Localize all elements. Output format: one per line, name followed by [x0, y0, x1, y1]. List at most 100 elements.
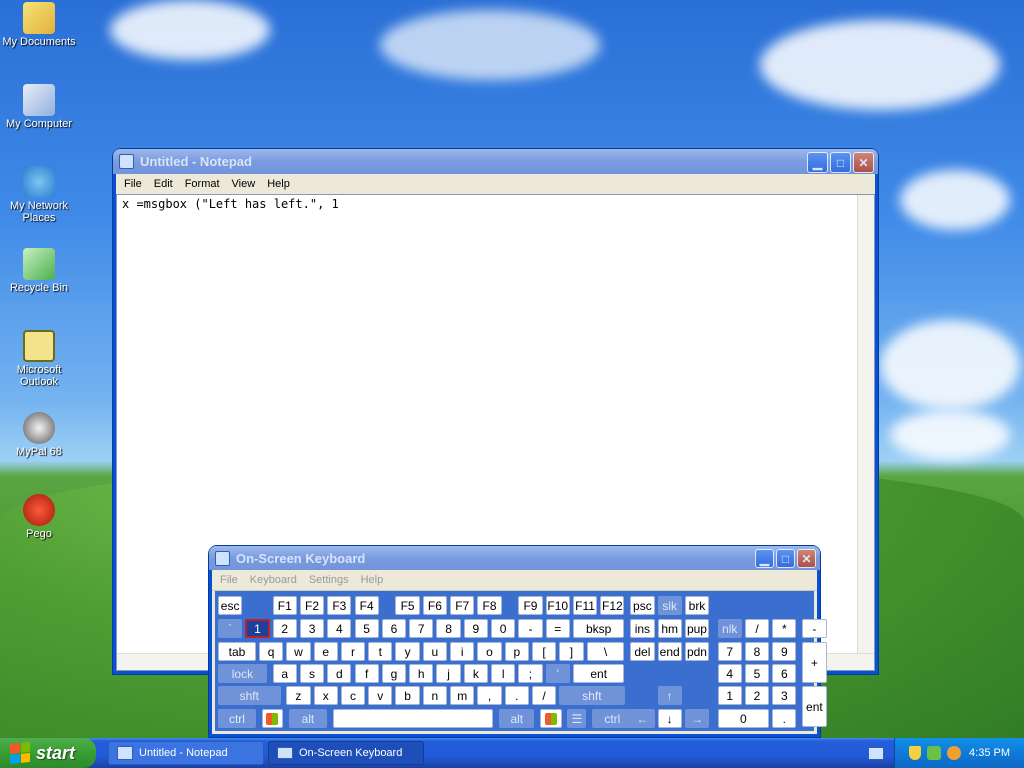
menu-keyboard[interactable]: Keyboard [244, 572, 303, 588]
key-0-11[interactable]: F11 [572, 596, 598, 615]
key-5-7[interactable]: 0 [717, 709, 770, 728]
key-3-13[interactable]: 4 [717, 664, 742, 683]
key-4-0[interactable]: shft [218, 686, 281, 705]
key-1-8[interactable]: 8 [436, 619, 461, 638]
key-3-9[interactable]: l [491, 664, 516, 683]
maximize-button[interactable]: □ [830, 152, 851, 173]
space-bar[interactable] [332, 709, 494, 728]
key-3-3[interactable]: d [327, 664, 352, 683]
desktop-icon-my-computer[interactable]: My Computer [2, 84, 76, 130]
key-4-6[interactable]: n [422, 686, 448, 705]
key-2-7[interactable]: u [422, 642, 448, 661]
key-4-7[interactable]: m [450, 686, 475, 705]
vertical-scrollbar[interactable] [857, 195, 874, 654]
key-1-10[interactable]: 0 [491, 619, 516, 638]
key-3-12[interactable]: ent [572, 664, 625, 683]
key-3-11[interactable]: ' [545, 664, 570, 683]
key-1-16[interactable]: pup [684, 619, 710, 638]
key-0-14[interactable]: slk [657, 596, 682, 615]
key-2-9[interactable]: o [477, 642, 502, 661]
key-2-11[interactable]: [ [531, 642, 557, 661]
key-1-19[interactable]: * [772, 619, 797, 638]
taskbar-item-notepad[interactable]: Untitled - Notepad [108, 741, 264, 765]
key-3-4[interactable]: f [354, 664, 379, 683]
key-1-15[interactable]: hm [657, 619, 682, 638]
key-2-8[interactable]: i [450, 642, 475, 661]
key-5-0[interactable]: ctrl [218, 709, 256, 728]
key-1-13[interactable]: bksp [572, 619, 625, 638]
minimize-button[interactable]: ▁ [807, 152, 828, 173]
close-button[interactable]: ✕ [797, 549, 816, 568]
key-1-20[interactable]: - [802, 619, 827, 638]
key-0-15[interactable]: brk [684, 596, 710, 615]
key-1-9[interactable]: 9 [463, 619, 488, 638]
key-0-4[interactable]: F4 [354, 596, 379, 615]
key-5-4[interactable]: ← [630, 709, 655, 728]
key-2-18[interactable]: 8 [744, 642, 770, 661]
key-3-8[interactable]: k [463, 664, 488, 683]
osk-titlebar[interactable]: On-Screen Keyboard ▁ □ ✕ [209, 546, 820, 570]
key-0-9[interactable]: F9 [518, 596, 543, 615]
menu-key[interactable]: ☰ [567, 709, 587, 728]
key-2-10[interactable]: p [504, 642, 529, 661]
minimize-button[interactable]: ▁ [755, 549, 774, 568]
taskbar-item-osk[interactable]: On-Screen Keyboard [268, 741, 424, 765]
menu-help[interactable]: Help [261, 176, 296, 192]
key-0-3[interactable]: F3 [327, 596, 352, 615]
clock[interactable]: 4:35 PM [969, 747, 1010, 759]
maximize-button[interactable]: □ [776, 549, 795, 568]
key-3-0[interactable]: lock [218, 664, 267, 683]
key-0-2[interactable]: F2 [299, 596, 325, 615]
key-0-10[interactable]: F10 [545, 596, 570, 615]
key-2-0[interactable]: tab [218, 642, 256, 661]
key-4-5[interactable]: b [395, 686, 420, 705]
key-2-1[interactable]: q [258, 642, 284, 661]
key-4-2[interactable]: x [313, 686, 338, 705]
key-2-14[interactable]: del [630, 642, 655, 661]
key-5-2[interactable]: alt [499, 709, 535, 728]
key-3-6[interactable]: h [409, 664, 434, 683]
desktop-icon-my-network-places[interactable]: My Network Places [2, 166, 76, 224]
key-4-12[interactable]: ↑ [657, 686, 682, 705]
key-4-4[interactable]: v [368, 686, 393, 705]
key-4-9[interactable]: . [504, 686, 529, 705]
key-1-7[interactable]: 7 [409, 619, 434, 638]
key-2-15[interactable]: end [657, 642, 682, 661]
key-1-14[interactable]: ins [630, 619, 655, 638]
menu-edit[interactable]: Edit [148, 176, 179, 192]
key-4-16[interactable]: ent [802, 686, 827, 727]
key-2-6[interactable]: y [395, 642, 420, 661]
key-4-11[interactable]: shft [559, 686, 625, 705]
keyboard-tray-icon[interactable] [868, 747, 884, 760]
key-1-3[interactable]: 3 [299, 619, 325, 638]
key-2-17[interactable]: 7 [717, 642, 742, 661]
key-5-5[interactable]: ↓ [657, 709, 682, 728]
key-2-20[interactable]: + [802, 642, 827, 683]
desktop-icon-my-documents[interactable]: My Documents [2, 2, 76, 48]
close-button[interactable]: ✕ [853, 152, 874, 173]
windows-key-right[interactable] [540, 709, 562, 728]
key-5-6[interactable]: → [684, 709, 710, 728]
key-1-12[interactable]: = [545, 619, 570, 638]
key-0-8[interactable]: F8 [477, 596, 502, 615]
key-3-5[interactable]: g [381, 664, 407, 683]
key-4-10[interactable]: / [531, 686, 557, 705]
key-0-6[interactable]: F6 [422, 596, 448, 615]
menu-file[interactable]: File [118, 176, 148, 192]
key-0-1[interactable]: F1 [272, 596, 297, 615]
menu-view[interactable]: View [226, 176, 262, 192]
key-1-4[interactable]: 4 [327, 619, 352, 638]
menu-file[interactable]: File [214, 572, 244, 588]
key-0-7[interactable]: F7 [450, 596, 475, 615]
key-1-2[interactable]: 2 [272, 619, 297, 638]
key-2-19[interactable]: 9 [772, 642, 797, 661]
key-2-5[interactable]: t [368, 642, 393, 661]
windows-key-left[interactable] [261, 709, 284, 728]
key-1-18[interactable]: / [744, 619, 770, 638]
key-3-15[interactable]: 6 [772, 664, 797, 683]
key-2-12[interactable]: ] [559, 642, 584, 661]
key-3-7[interactable]: j [436, 664, 461, 683]
desktop-icon-mypal[interactable]: MyPal 68 [2, 412, 76, 458]
key-1-5[interactable]: 5 [354, 619, 379, 638]
key-4-3[interactable]: c [340, 686, 366, 705]
